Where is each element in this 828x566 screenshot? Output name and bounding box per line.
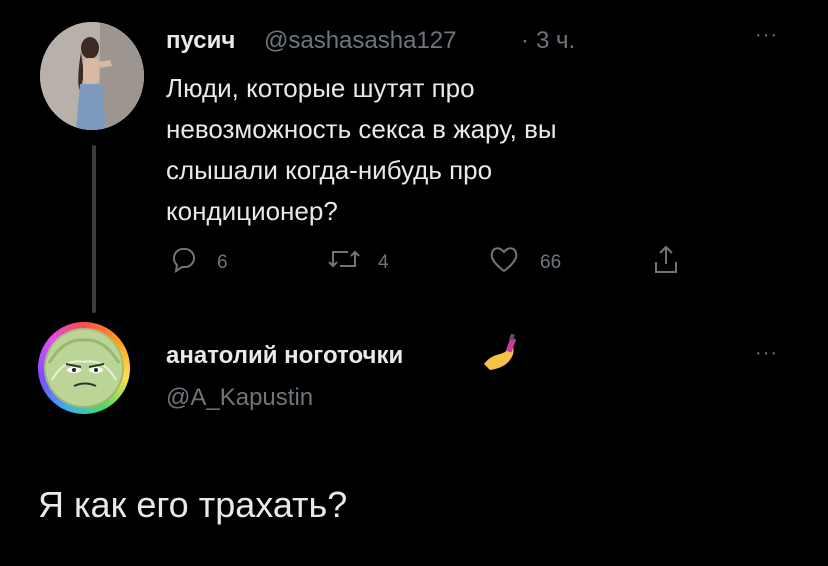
avatar[interactable] [44, 328, 124, 408]
author-name[interactable]: пусич [166, 27, 235, 55]
thread-line [92, 145, 96, 313]
timestamp[interactable]: 3 ч. [536, 27, 575, 55]
tweet-text: Я как его трахать? [38, 484, 348, 525]
more-options-button[interactable]: ··· [755, 342, 778, 365]
avatar[interactable] [40, 22, 144, 130]
retweet-icon[interactable] [326, 244, 360, 274]
separator: · [521, 27, 529, 54]
nail-polish-icon [480, 333, 520, 381]
reply-count: 6 [217, 252, 228, 273]
tweet-text: Люди, которые шутят про невозможность се… [166, 73, 557, 226]
reply-icon[interactable] [168, 244, 198, 274]
heart-icon[interactable] [488, 244, 518, 274]
more-options-button[interactable]: ··· [755, 24, 778, 47]
author-handle[interactable]: @A_Kapustin [166, 384, 313, 412]
share-icon[interactable] [651, 244, 681, 274]
cabbage-face-image [46, 330, 122, 406]
retweet-count: 4 [378, 252, 389, 273]
author-name[interactable]: анатолий ноготочки [166, 342, 403, 370]
author-handle[interactable]: @sashasasha127 [264, 27, 457, 55]
avatar-photo [40, 22, 144, 130]
like-count: 66 [540, 252, 562, 273]
